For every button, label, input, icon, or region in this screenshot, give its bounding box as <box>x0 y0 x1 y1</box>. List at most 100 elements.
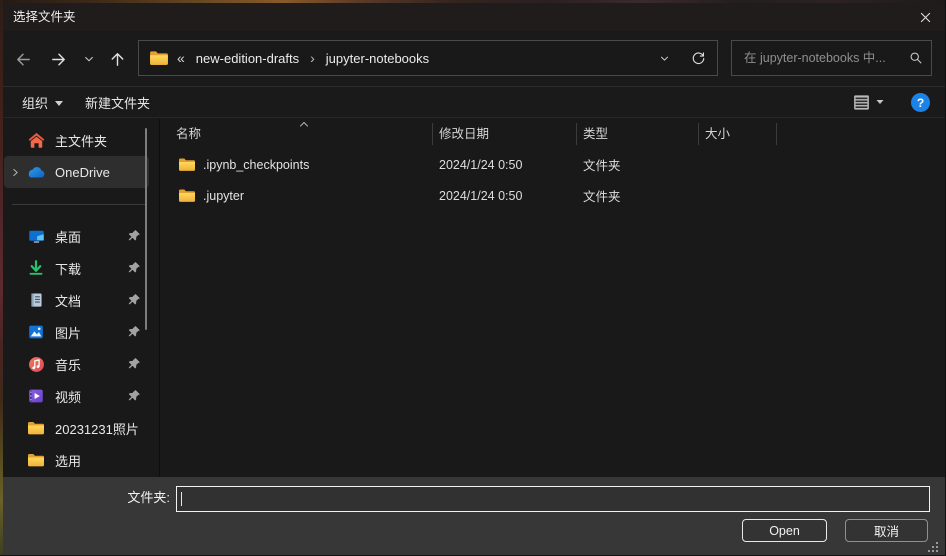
pin-icon <box>127 229 141 243</box>
resize-grip[interactable] <box>936 542 938 544</box>
back-arrow-icon <box>14 50 33 69</box>
new-folder-label: 新建文件夹 <box>85 93 150 112</box>
folder-icon <box>178 157 196 172</box>
address-bar[interactable]: « new-edition-drafts › jupyter-notebooks <box>138 40 718 76</box>
dialog-content: 主文件夹 OneDrive 桌面 <box>0 119 946 477</box>
forward-arrow-icon <box>49 50 68 69</box>
breadcrumb-segment[interactable]: new-edition-drafts <box>194 51 301 66</box>
breadcrumb-segment[interactable]: jupyter-notebooks <box>324 51 431 66</box>
column-header-type[interactable]: 类型 <box>577 123 699 145</box>
navigation-bar: « new-edition-drafts › jupyter-notebooks <box>0 31 946 86</box>
caret-down-icon <box>55 101 63 106</box>
list-header: 名称 修改日期 类型 大小 <box>160 119 946 149</box>
new-folder-button[interactable]: 新建文件夹 <box>85 87 150 117</box>
breadcrumb-overflow[interactable]: « <box>177 50 185 66</box>
dialog-footer: 文件夹: Open 取消 <box>0 477 946 556</box>
column-header-name[interactable]: 名称 <box>160 123 433 145</box>
column-header-date[interactable]: 修改日期 <box>433 123 577 145</box>
dialog-title: 选择文件夹 <box>13 3 76 31</box>
search-icon[interactable] <box>909 51 923 65</box>
help-icon: ? <box>917 96 924 110</box>
organize-menu-button[interactable]: 组织 <box>22 87 63 117</box>
text-caret <box>181 492 182 506</box>
music-icon <box>26 354 46 374</box>
folder-icon <box>178 188 196 203</box>
breadcrumb-separator[interactable]: › <box>310 50 315 66</box>
chevron-down-icon <box>659 53 670 64</box>
desktop-icon <box>26 226 46 246</box>
refresh-icon <box>691 51 706 66</box>
sidebar-item-documents[interactable]: 文档 <box>4 284 149 316</box>
table-row[interactable]: .ipynb_checkpoints 2024/1/24 0:50 文件夹 <box>160 149 946 180</box>
forward-button[interactable] <box>45 46 71 72</box>
chevron-down-icon <box>83 53 95 65</box>
downloads-icon <box>26 258 46 278</box>
pin-icon <box>127 357 141 371</box>
folder-icon <box>26 418 46 438</box>
sidebar-item-label: 图片 <box>55 323 127 342</box>
onedrive-cloud-icon <box>26 162 46 182</box>
pin-icon <box>127 293 141 307</box>
view-mode-button[interactable] <box>850 87 872 117</box>
cancel-button[interactable]: 取消 <box>845 519 928 542</box>
sidebar-item-desktop[interactable]: 桌面 <box>4 220 149 252</box>
pin-icon <box>127 261 141 275</box>
table-row[interactable]: .jupyter 2024/1/24 0:50 文件夹 <box>160 180 946 211</box>
file-type-cell: 文件夹 <box>577 186 699 205</box>
window-edge-left <box>0 0 3 556</box>
file-list: 名称 修改日期 类型 大小 .ipynb_checkpoints 2024/1/… <box>160 119 946 477</box>
window-edge-top <box>0 0 946 3</box>
videos-icon <box>26 386 46 406</box>
view-mode-dropdown[interactable] <box>872 87 888 117</box>
sidebar-item-pictures[interactable]: 图片 <box>4 316 149 348</box>
documents-icon <box>26 290 46 310</box>
sidebar-item-home[interactable]: 主文件夹 <box>4 124 149 156</box>
sidebar-item-music[interactable]: 音乐 <box>4 348 149 380</box>
sidebar-item-label: 下载 <box>55 259 127 278</box>
sidebar-item-videos[interactable]: 视频 <box>4 380 149 412</box>
title-bar: 选择文件夹 <box>0 3 946 31</box>
pictures-icon <box>26 322 46 342</box>
close-icon <box>918 10 933 25</box>
sidebar-item-xuanyong-folder[interactable]: 选用 <box>4 444 149 476</box>
recent-locations-button[interactable] <box>76 46 102 72</box>
sidebar-scrollbar[interactable] <box>145 128 147 330</box>
pin-icon <box>127 389 141 403</box>
file-name: .ipynb_checkpoints <box>203 158 309 172</box>
navigation-pane: 主文件夹 OneDrive 桌面 <box>0 119 160 477</box>
file-type-cell: 文件夹 <box>577 155 699 174</box>
open-button[interactable]: Open <box>742 519 827 542</box>
file-name-cell: .jupyter <box>160 188 433 203</box>
expand-chevron-icon[interactable] <box>4 167 26 178</box>
sidebar-item-label: 音乐 <box>55 355 127 374</box>
up-button[interactable] <box>104 46 130 72</box>
sidebar-item-label: 文档 <box>55 291 127 310</box>
sidebar-item-downloads[interactable]: 下载 <box>4 252 149 284</box>
help-button[interactable]: ? <box>911 93 930 112</box>
home-icon <box>26 130 46 150</box>
list-view-icon <box>852 94 871 111</box>
sidebar-item-label: 视频 <box>55 387 127 406</box>
file-name-cell: .ipynb_checkpoints <box>160 157 433 172</box>
sidebar-item-onedrive[interactable]: OneDrive <box>4 156 149 188</box>
folder-name-input[interactable] <box>176 486 930 512</box>
search-input[interactable] <box>742 50 903 66</box>
column-header-size[interactable]: 大小 <box>699 123 777 145</box>
file-date-cell: 2024/1/24 0:50 <box>433 189 577 203</box>
select-folder-dialog: 选择文件夹 « new-edition-drafts › jupyter-not… <box>0 0 946 556</box>
refresh-button[interactable] <box>679 51 717 66</box>
sidebar-item-label: 20231231照片 <box>55 419 149 438</box>
search-box[interactable] <box>731 40 932 76</box>
file-name: .jupyter <box>203 189 244 203</box>
close-button[interactable] <box>908 3 942 31</box>
sidebar-item-photos-folder[interactable]: 20231231照片 <box>4 412 149 444</box>
file-date-cell: 2024/1/24 0:50 <box>433 158 577 172</box>
back-button[interactable] <box>10 46 36 72</box>
folder-icon <box>26 450 46 470</box>
caret-down-icon <box>875 97 885 107</box>
address-dropdown-button[interactable] <box>649 53 679 64</box>
sidebar-item-label: 桌面 <box>55 227 127 246</box>
sidebar-item-label: OneDrive <box>55 165 149 180</box>
sort-ascending-icon <box>299 120 309 128</box>
pin-icon <box>127 325 141 339</box>
